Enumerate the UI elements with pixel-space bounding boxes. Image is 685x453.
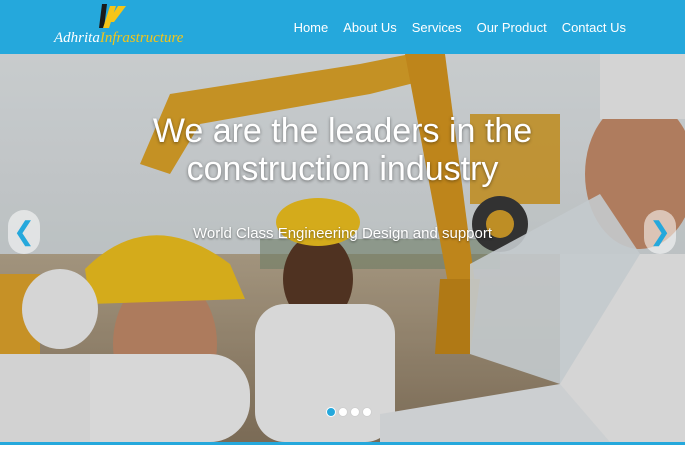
slider-dot-4[interactable] xyxy=(362,407,372,417)
nav-about-us[interactable]: About Us xyxy=(343,20,396,35)
hero-headline-line-2: construction industry xyxy=(186,150,499,188)
hero-headline: We are the leaders in the construction i… xyxy=(0,112,685,188)
slider-dot-2[interactable] xyxy=(338,407,348,417)
slider-pagination xyxy=(326,407,374,417)
logo-word-1: Adhrita xyxy=(54,30,100,46)
logo-text: AdhritaInfrastructure xyxy=(54,30,183,47)
main-menu: Home About Us Services Our Product Conta… xyxy=(279,0,626,54)
slider-next-button[interactable]: ❯ xyxy=(644,210,676,254)
hero-slider: We are the leaders in the construction i… xyxy=(0,54,685,442)
slider-dot-1[interactable] xyxy=(326,407,336,417)
chevron-right-icon: ❯ xyxy=(649,216,671,246)
slider-dot-3[interactable] xyxy=(350,407,360,417)
nav-services[interactable]: Services xyxy=(412,20,462,35)
hero-subheadline: World Class Engineering Design and suppo… xyxy=(192,225,493,242)
divider-line xyxy=(0,442,685,445)
navbar: AdhritaInfrastructure Home About Us Serv… xyxy=(0,0,685,54)
nav-home[interactable]: Home xyxy=(294,20,329,35)
logo-word-2: Infrastructure xyxy=(99,30,184,46)
nav-contact-us[interactable]: Contact Us xyxy=(562,20,626,35)
section-divider xyxy=(0,442,685,453)
hero-headline-line-1: We are the leaders in the xyxy=(152,112,533,150)
logo-mark-icon xyxy=(99,4,126,28)
nav-our-product[interactable]: Our Product xyxy=(477,20,547,35)
chevron-left-icon: ❮ xyxy=(13,216,35,246)
slider-prev-button[interactable]: ❮ xyxy=(8,210,40,254)
logo[interactable]: AdhritaInfrastructure xyxy=(54,4,194,50)
